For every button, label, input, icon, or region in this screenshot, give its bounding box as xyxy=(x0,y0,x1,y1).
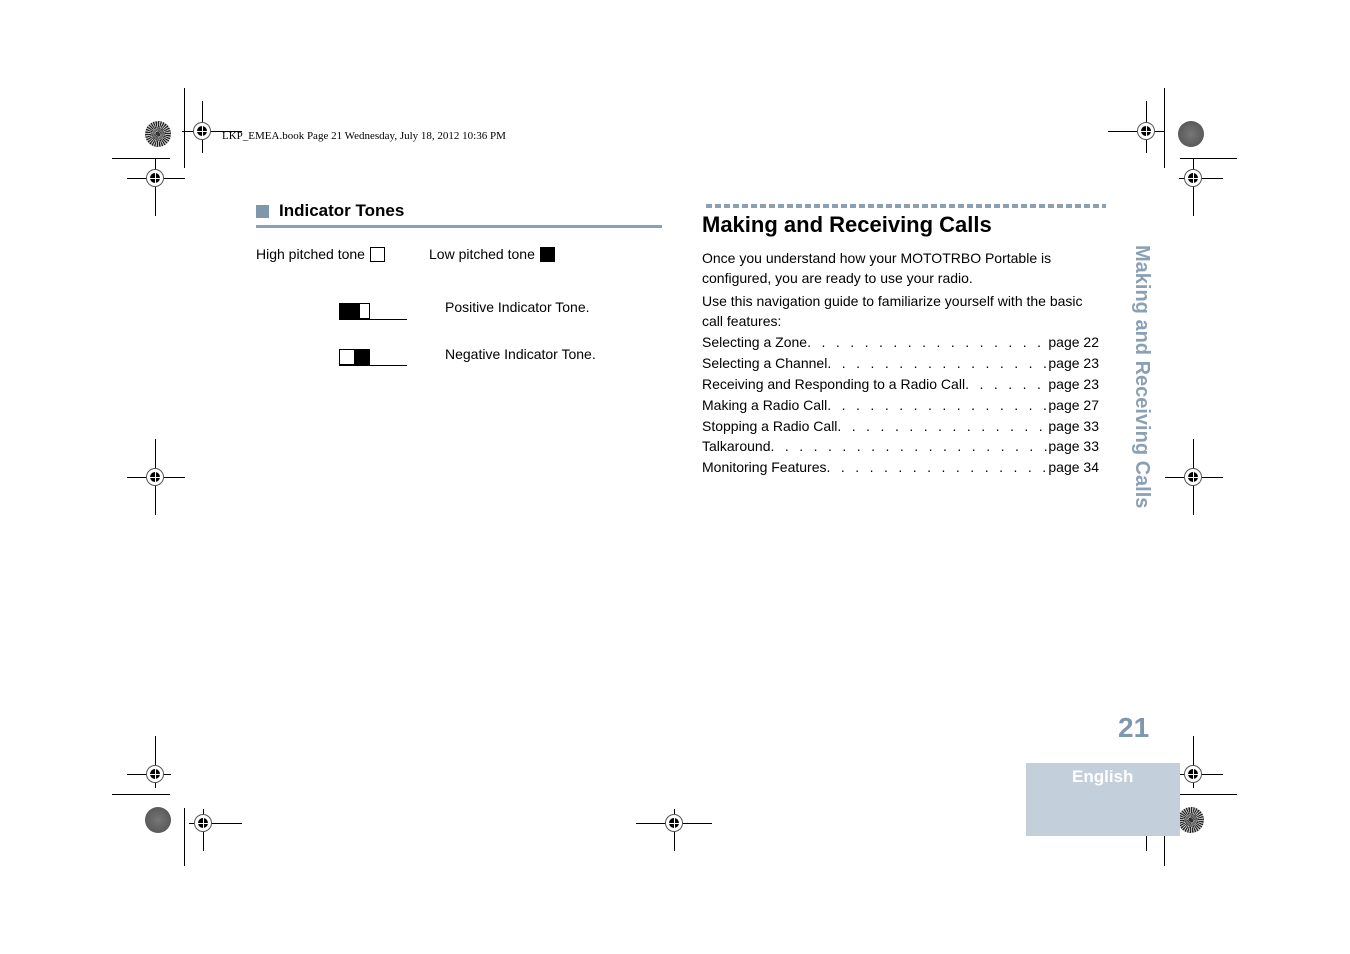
low-tone-box-icon xyxy=(539,246,555,262)
toc-item-title: Receiving and Responding to a Radio Call xyxy=(702,375,966,392)
toc-item-title: Selecting a Zone xyxy=(702,334,808,351)
language-tab: English xyxy=(1026,763,1180,836)
toc-item[interactable]: Monitoring Features. . . . . . . . . . .… xyxy=(702,457,1099,478)
toc-leader: . . . . . . . . . . . . . . . . . . . . … xyxy=(826,459,1049,476)
positive-tone-label: Positive Indicator Tone. xyxy=(445,299,590,315)
guide-paragraph: Use this navigation guide to familiarize… xyxy=(702,293,1083,329)
gray-disc-icon xyxy=(145,807,171,833)
toc-leader: . . . . . . . . . . . . . . . . . . . . … xyxy=(770,438,1049,455)
legend-high-label: High pitched tone xyxy=(256,246,365,262)
intro-paragraph: Once you understand how your MOTOTRBO Po… xyxy=(702,250,1052,286)
chapter-side-tab: Making and Receiving Calls xyxy=(1128,245,1158,545)
toc-leader: . . . . . . . . . . . . . . . . . . . . … xyxy=(827,355,1048,372)
book-slug-line: LKP_EMEA.book Page 21 Wednesday, July 18… xyxy=(222,130,506,142)
crop-mark xyxy=(1180,794,1237,795)
toc-item[interactable]: Selecting a Zone. . . . . . . . . . . . … xyxy=(702,332,1099,353)
chapter-title: Making and Receiving Calls xyxy=(702,212,992,237)
toc-item-page: page 22 xyxy=(1048,334,1099,351)
low-tone-segment xyxy=(354,349,370,365)
legend-low-label: Low pitched tone xyxy=(429,246,535,262)
crop-mark xyxy=(1180,158,1237,159)
toc-leader: . . . . . . . . . . . . . . . . . . . . … xyxy=(827,396,1048,413)
toc-leader: . . . . . . . . . . . . . . . . . . . . … xyxy=(807,334,1048,351)
crop-mark xyxy=(184,88,185,168)
toc-item[interactable]: Receiving and Responding to a Radio Call… xyxy=(702,374,1099,395)
section-rule xyxy=(256,225,662,228)
crop-mark xyxy=(112,158,170,159)
crop-mark xyxy=(1164,88,1165,168)
high-tone-segment xyxy=(359,303,370,319)
toc-item-page: page 23 xyxy=(1048,375,1099,392)
side-tab-label: Making and Receiving Calls xyxy=(1131,245,1153,509)
toc-item-page: page 34 xyxy=(1048,459,1099,476)
crop-mark xyxy=(112,794,170,795)
toc-item-title: Making a Radio Call xyxy=(702,396,828,413)
navigation-guide-list: Selecting a Zone. . . . . . . . . . . . … xyxy=(702,332,1099,478)
toc-item-page: page 33 xyxy=(1048,438,1099,455)
toc-item[interactable]: Stopping a Radio Call. . . . . . . . . .… xyxy=(702,415,1099,436)
toc-item-page: page 27 xyxy=(1048,396,1099,413)
toc-leader: . . . . . . . . . . . . . . . . . . . . … xyxy=(965,375,1048,392)
section-heading: Indicator Tones xyxy=(256,201,404,221)
high-tone-box-icon xyxy=(369,246,385,262)
toc-item-title: Monitoring Features xyxy=(702,459,827,476)
high-tone-segment xyxy=(339,349,355,365)
toc-item-page: page 23 xyxy=(1048,355,1099,372)
negative-tone-label: Negative Indicator Tone. xyxy=(445,346,596,362)
legend-low-tone: Low pitched tone xyxy=(429,246,555,262)
toc-item[interactable]: Selecting a Channel. . . . . . . . . . .… xyxy=(702,353,1099,374)
toc-item[interactable]: Talkaround. . . . . . . . . . . . . . . … xyxy=(702,436,1099,457)
star-target-icon xyxy=(1178,807,1204,833)
gray-disc-icon xyxy=(1178,121,1204,147)
toc-item[interactable]: Making a Radio Call. . . . . . . . . . .… xyxy=(702,394,1099,415)
language-label: English xyxy=(1072,767,1134,786)
negative-tone-diagram xyxy=(339,349,407,366)
legend-high-tone: High pitched tone xyxy=(256,246,385,262)
toc-item-page: page 33 xyxy=(1048,417,1099,434)
chapter-dotted-rule xyxy=(706,204,1106,208)
toc-item-title: Selecting a Channel xyxy=(702,355,828,372)
positive-tone-diagram xyxy=(339,303,407,320)
star-target-icon xyxy=(145,121,171,147)
toc-item-title: Stopping a Radio Call xyxy=(702,417,838,434)
toc-item-title: Talkaround xyxy=(702,438,771,455)
crop-mark xyxy=(184,808,185,866)
page-number: 21 xyxy=(1118,712,1150,743)
heading-bullet-icon xyxy=(256,204,269,218)
toc-leader: . . . . . . . . . . . . . . . . . . . . … xyxy=(837,417,1048,434)
section-title: Indicator Tones xyxy=(279,201,405,220)
